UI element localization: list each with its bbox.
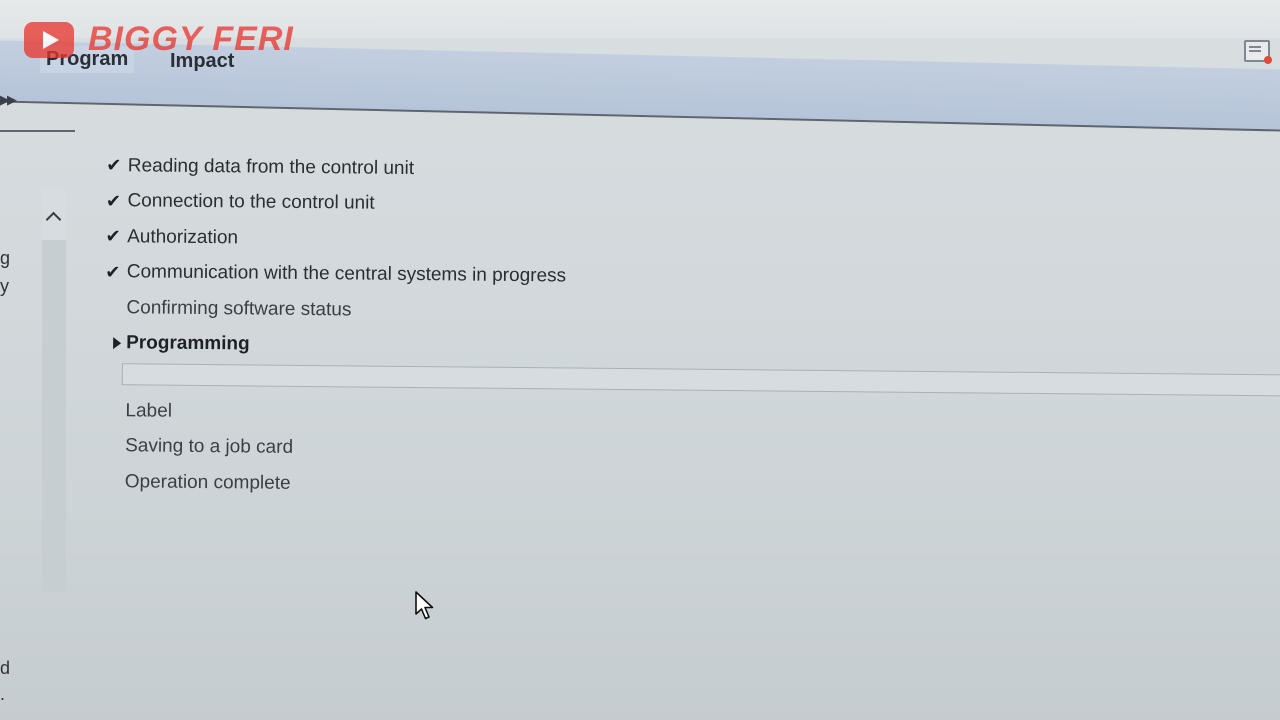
step-label: Programming	[126, 332, 250, 355]
chevron-up-icon[interactable]	[42, 188, 66, 240]
left-panel-fragment: y	[0, 276, 9, 296]
check-icon: ✔	[105, 226, 121, 247]
step-label: Authorization	[127, 226, 239, 249]
step-label: Communication with the central systems i…	[126, 261, 567, 287]
left-panel-fragment: .	[0, 684, 6, 704]
step-label: Confirming software status	[126, 297, 352, 321]
tab-impact[interactable]: Impact	[170, 50, 234, 73]
check-icon: ✔	[105, 261, 121, 282]
left-panel-fragment: d	[0, 658, 11, 678]
double-chevron-right-icon[interactable]: ▶▶	[0, 92, 17, 108]
step-label: Saving to a job card	[125, 435, 294, 459]
step-label: Reading data from the control unit	[127, 155, 415, 179]
left-panel-divider	[0, 130, 75, 132]
step-list-scrollbar[interactable]	[42, 188, 66, 592]
check-icon: ✔	[105, 190, 122, 211]
check-icon: ✔	[106, 155, 122, 176]
programming-step-list: ✔ Reading data from the control unit ✔ C…	[97, 148, 1280, 511]
mouse-pointer-icon	[415, 591, 434, 620]
window-top-strip	[0, 0, 1280, 38]
step-label: Connection to the control unit	[127, 190, 375, 214]
step-label: Label	[125, 400, 173, 422]
tab-program[interactable]: Program	[40, 46, 135, 73]
step-label: Operation complete	[124, 471, 291, 494]
caret-right-icon	[113, 336, 122, 349]
message-icon[interactable]	[1244, 40, 1272, 64]
left-panel-fragment: g	[0, 248, 11, 268]
